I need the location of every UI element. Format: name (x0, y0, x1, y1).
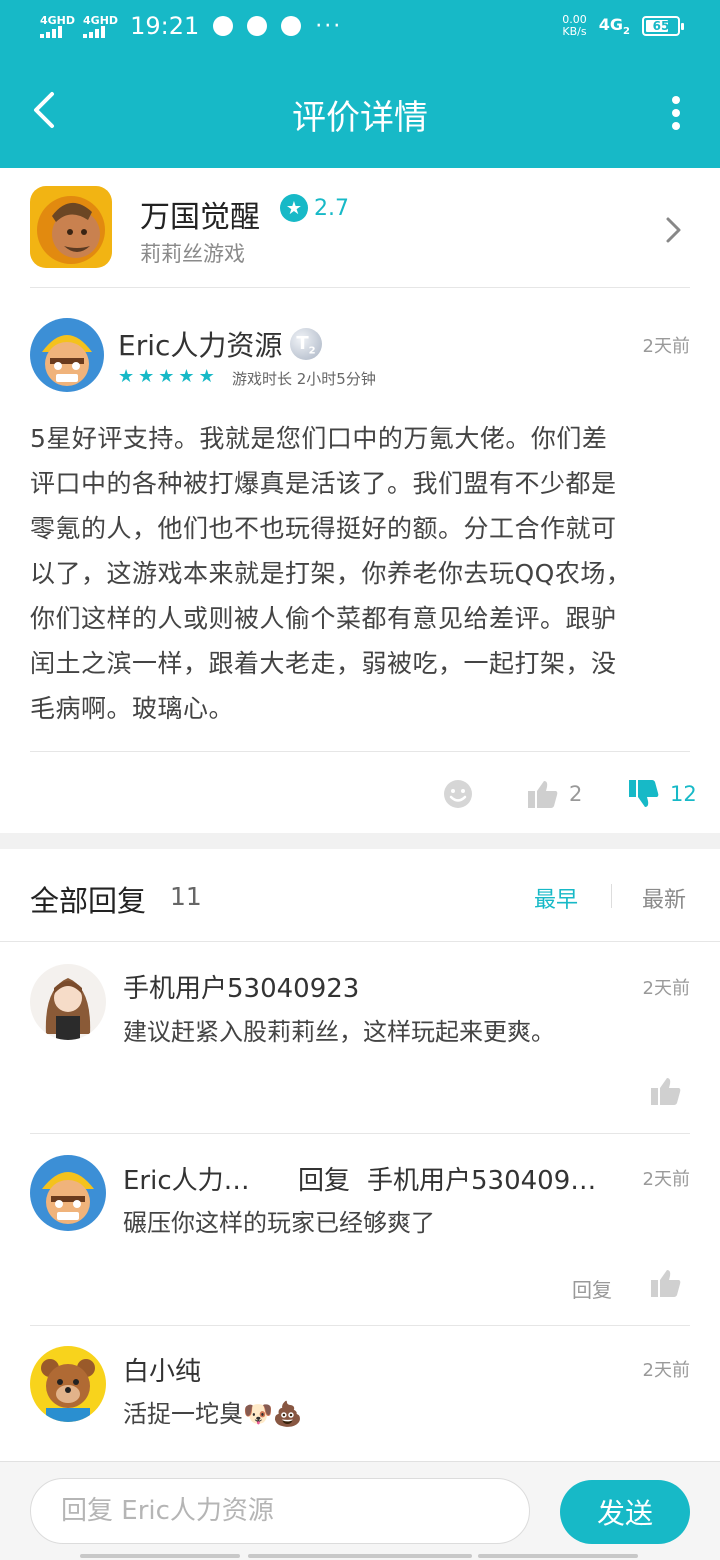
emoji-react-button[interactable] (443, 772, 473, 816)
signal-icon-2: 4GHD (83, 15, 118, 38)
page-title: 评价详情 (292, 98, 428, 138)
cloud-icon (281, 16, 302, 36)
nav-indicator (80, 1554, 240, 1558)
smiley-icon (444, 780, 472, 808)
send-button[interactable]: 发送 (560, 1480, 690, 1544)
dislike-count: 12 (670, 782, 697, 806)
star-icon: ★ (138, 366, 155, 387)
reply-avatar[interactable] (30, 1155, 106, 1231)
game-developer: 莉莉丝游戏 (140, 242, 245, 266)
rating-value: 2.7 (314, 195, 349, 221)
chat-icon (213, 16, 234, 36)
reply-avatar[interactable] (30, 1346, 106, 1422)
review-body: 5星好评支持。我就是您们口中的万氪大佬。你们差 评口中的各种被打爆真是活该了。我… (30, 416, 690, 731)
reply-time: 2天前 (642, 1360, 690, 1381)
sort-newest-tab[interactable]: 最新 (642, 882, 686, 914)
divider (30, 751, 690, 752)
review-line: 毛病啊。玻璃心。 (30, 694, 235, 723)
reviewer-name[interactable]: Eric人力资源 (118, 324, 282, 364)
game-rating: ★ 2.7 (280, 194, 349, 222)
reply-text: 活捉一坨臭🐶💩 (123, 1400, 303, 1428)
status-bar: 4GHD 4GHD 19:21 ··· 0.00 KB/s 4G2 65 (0, 0, 720, 56)
net-speed: 0.00 KB/s (562, 13, 587, 38)
reply-to-label: 回复 (298, 1166, 351, 1196)
dislike-button[interactable]: 12 (628, 772, 697, 816)
game-card[interactable]: 万国觉醒 ★ 2.7 莉莉丝游戏 (30, 186, 690, 286)
reply-text: 碾压你这样的玩家已经够爽了 (123, 1209, 435, 1237)
review-time: 2天前 (642, 336, 690, 357)
star-icon: ★ (198, 366, 215, 387)
reply-time: 2天前 (642, 1169, 690, 1190)
review-line: 评口中的各种被打爆真是活该了。我们盟有不少都是 (30, 469, 617, 498)
signal-icon: 4GHD (40, 15, 75, 38)
reply-to-user[interactable]: 手机用户530409… (367, 1160, 596, 1197)
play-time: 游戏时长 2小时5分钟 (232, 370, 376, 388)
audio-icon (247, 16, 268, 36)
title-bar: 评价详情 (0, 56, 720, 168)
thumbs-up-icon[interactable] (650, 1268, 682, 1298)
reply-input[interactable] (30, 1478, 530, 1544)
review-line: 零氪的人，他们也不也玩得挺好的额。分工合作就可 (30, 514, 617, 543)
reply-composer: 发送 (0, 1461, 720, 1560)
more-notifications-icon: ··· (315, 13, 343, 39)
battery-icon: 65 (642, 16, 684, 36)
divider (30, 287, 690, 288)
review-line: 以了，这游戏本来就是打架，你养老你去玩QQ农场， (30, 559, 632, 588)
reply-button[interactable]: 回复 (572, 1274, 612, 1303)
like-count: 2 (569, 782, 583, 806)
review-line: 闰土之滨一样，跟着大老走，弱被吃，一起打架，没 (30, 649, 617, 678)
reply-author[interactable]: 白小纯 (123, 1351, 201, 1388)
clock: 19:21 (130, 12, 200, 40)
star-badge-icon: ★ (280, 194, 308, 222)
replies-header: 全部回复 (30, 884, 147, 918)
rating-stars: ★ ★ ★ ★ ★ (118, 366, 215, 387)
sort-divider (611, 884, 612, 908)
reply-text: 建议赶紧入股莉莉丝，这样玩起来更爽。 (123, 1018, 555, 1046)
review-line: 你们这样的人或则被人偷个菜都有意见给差评。跟驴 (30, 604, 617, 633)
divider (30, 1325, 690, 1326)
replies-count: 11 (170, 882, 202, 911)
reviewer-avatar[interactable] (30, 318, 104, 392)
section-separator (0, 833, 720, 849)
reply-author[interactable]: 手机用户53040923 (123, 968, 359, 1005)
thumbs-up-icon[interactable] (650, 1076, 682, 1106)
game-icon (30, 186, 112, 268)
star-icon: ★ (158, 366, 175, 387)
star-icon: ★ (178, 366, 195, 387)
divider (30, 1133, 690, 1134)
like-button[interactable]: 2 (527, 772, 582, 816)
divider (0, 941, 720, 942)
thumbs-down-icon (629, 780, 659, 807)
thumbs-up-icon (528, 781, 558, 808)
sort-earliest-tab[interactable]: 最早 (534, 882, 578, 914)
reply-avatar[interactable] (30, 964, 106, 1040)
level-badge-icon: T2 (290, 328, 322, 360)
chevron-right-icon[interactable] (664, 216, 684, 244)
reply-time: 2天前 (642, 978, 690, 999)
game-name: 万国觉醒 (140, 200, 260, 235)
review-line: 5星好评支持。我就是您们口中的万氪大佬。你们差 (30, 424, 608, 453)
reply-author[interactable]: Eric人力… (123, 1160, 250, 1197)
star-icon: ★ (118, 366, 135, 387)
network-type: 4G2 (598, 14, 630, 38)
nav-indicator (478, 1554, 638, 1558)
more-options-icon[interactable] (670, 96, 682, 130)
nav-indicator (248, 1554, 472, 1558)
